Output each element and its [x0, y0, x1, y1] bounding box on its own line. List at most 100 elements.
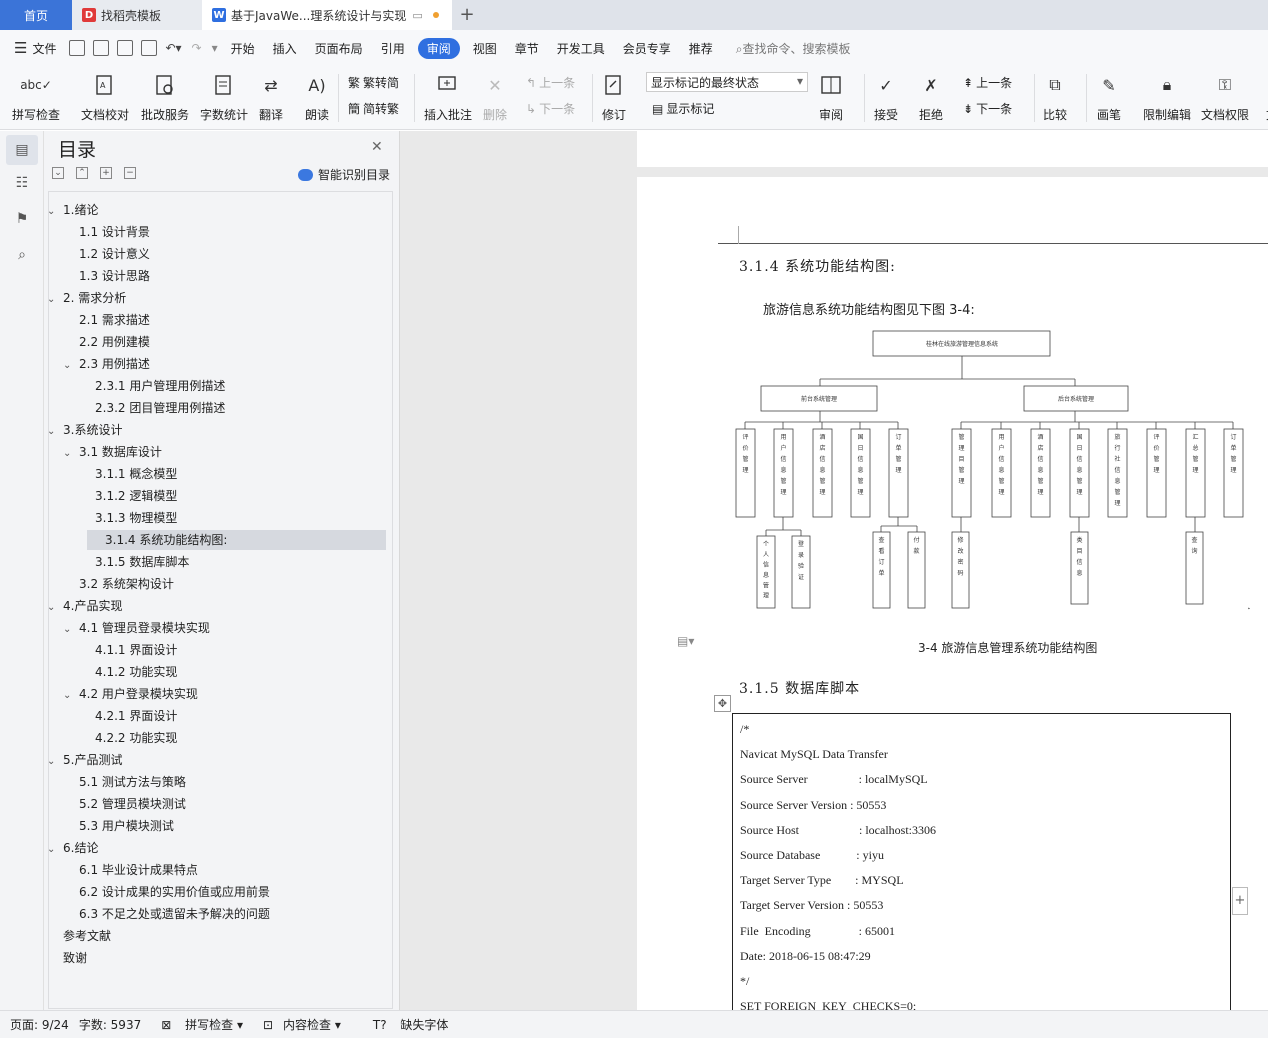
chevron-down-icon[interactable]: ⌄: [63, 356, 79, 376]
toc-item[interactable]: 5.3 用户模块测试: [79, 816, 174, 836]
spell-check-button[interactable]: abc✓ 拼写检查: [12, 72, 60, 123]
compare-button[interactable]: ⧉ 比较: [1042, 72, 1068, 123]
smart-toc-button[interactable]: 智能识别目录: [298, 166, 390, 183]
read-aloud-button[interactable]: A) 朗读: [304, 72, 330, 123]
simp-to-trad-button[interactable]: 簡简转繁: [348, 100, 399, 117]
menu-chapter[interactable]: 章节: [515, 40, 539, 57]
menu-dev-tools[interactable]: 开发工具: [557, 40, 605, 57]
restrict-edit-button[interactable]: 🔒︎ 限制编辑: [1143, 72, 1191, 123]
toc-item[interactable]: 5.2 管理员模块测试: [79, 794, 186, 814]
toc-item[interactable]: ⌄ 1.绪论: [47, 200, 98, 220]
review-service-button[interactable]: 批改服务: [141, 72, 189, 123]
word-count-indicator[interactable]: 字数: 5937: [79, 1016, 141, 1033]
status-spell-check[interactable]: ⊠ 拼写检查 ▾: [151, 1016, 243, 1033]
menu-start[interactable]: 开始: [231, 40, 255, 57]
page-indicator[interactable]: 页面: 9/24: [10, 1016, 69, 1033]
reject-button[interactable]: ✗ 拒绝: [918, 72, 944, 123]
chevron-down-icon[interactable]: ⌄: [47, 752, 63, 772]
prev-revision-button[interactable]: ⇞ 上一条: [963, 74, 1012, 91]
hamburger-icon[interactable]: ☰: [14, 39, 27, 57]
show-markup-button[interactable]: ▤ 显示标记: [652, 100, 714, 117]
trad-to-simp-button[interactable]: 繁繁转简: [348, 74, 399, 91]
toc-item[interactable]: 1.1 设计背景: [79, 222, 150, 242]
doc-proof-button[interactable]: A 文档校对: [81, 72, 129, 123]
toc-item[interactable]: 4.1.2 功能实现: [95, 662, 177, 682]
toc-item[interactable]: ⌄ 2. 需求分析: [47, 288, 126, 308]
tab-document[interactable]: W 基于JavaWe...理系统设计与实现 ▭: [202, 0, 452, 30]
chapter-nav-icon[interactable]: ☷: [12, 175, 32, 195]
toc-item[interactable]: 3.2 系统架构设计: [79, 574, 174, 594]
add-column-button[interactable]: +: [1232, 887, 1248, 915]
toc-item[interactable]: ⌄ 4.产品实现: [47, 596, 122, 616]
toc-item[interactable]: ⌄ 6.结论: [47, 838, 98, 858]
bookmark-icon[interactable]: ⚑: [12, 211, 32, 231]
menu-review[interactable]: 审阅: [417, 37, 460, 59]
missing-font-status[interactable]: T? 缺失字体: [363, 1016, 449, 1033]
toc-item[interactable]: 3.1.1 概念模型: [95, 464, 177, 484]
tab-template[interactable]: D 找稻壳模板: [72, 0, 202, 30]
collapse-all-icon[interactable]: ⌄: [52, 167, 64, 179]
new-tab-button[interactable]: +: [452, 0, 482, 30]
toc-item[interactable]: 4.2.1 界面设计: [95, 706, 177, 726]
toc-nav-icon[interactable]: ▤: [6, 135, 38, 165]
more-ribbon-button[interactable]: 文: [1259, 72, 1268, 123]
undo-icon[interactable]: ↶▾: [165, 41, 181, 55]
add-level-icon[interactable]: +: [100, 167, 112, 179]
toc-item[interactable]: 6.3 不足之处或遗留未予解决的问题: [79, 904, 270, 924]
pen-button[interactable]: ✎ 画笔: [1096, 72, 1122, 123]
toc-item[interactable]: 参考文献: [63, 926, 111, 946]
toc-item[interactable]: ⌄ 2.3 用例描述: [63, 354, 150, 374]
toc-item[interactable]: ⌄ 3.系统设计: [47, 420, 122, 440]
toc-item[interactable]: 5.1 测试方法与策略: [79, 772, 186, 792]
toc-item[interactable]: 6.1 毕业设计成果特点: [79, 860, 198, 880]
accept-button[interactable]: ✓ 接受: [873, 72, 899, 123]
toc-item[interactable]: 1.3 设计思路: [79, 266, 150, 286]
menu-layout[interactable]: 页面布局: [315, 40, 363, 57]
expand-up-icon[interactable]: ⌃: [76, 167, 88, 179]
delete-comment-button[interactable]: ✕ 删除: [482, 72, 508, 123]
insert-comment-button[interactable]: 插入批注: [424, 72, 472, 123]
quick-access-dropdown-icon[interactable]: ▾: [212, 41, 218, 55]
remove-level-icon[interactable]: −: [124, 167, 136, 179]
export-pdf-icon[interactable]: [93, 40, 110, 56]
toc-item[interactable]: ⌄ 5.产品测试: [47, 750, 122, 770]
chevron-down-icon[interactable]: ⌄: [47, 290, 63, 310]
chevron-down-icon[interactable]: ⌄: [47, 202, 63, 222]
tab-home[interactable]: 首页: [0, 0, 72, 30]
toc-item[interactable]: 致谢: [63, 948, 87, 968]
doc-permission-button[interactable]: ⚿ 文档权限: [1201, 72, 1249, 123]
markup-mode-select[interactable]: 显示标记的最终状态 ▾: [646, 72, 808, 92]
translate-button[interactable]: ⇄ 翻译: [258, 72, 284, 123]
toc-item[interactable]: ⌄ 3.1 数据库设计: [63, 442, 162, 462]
next-revision-button[interactable]: ⇟ 下一条: [963, 100, 1012, 117]
save-icon[interactable]: [69, 40, 86, 56]
table-move-handle[interactable]: ✥: [714, 695, 731, 712]
toc-item[interactable]: 2.2 用例建模: [79, 332, 150, 352]
review-pane-button[interactable]: 审阅: [818, 72, 844, 123]
chevron-down-icon[interactable]: ⌄: [63, 620, 79, 640]
comment-margin-icon[interactable]: ▤▾: [677, 634, 694, 648]
chevron-down-icon[interactable]: ⌄: [47, 598, 63, 618]
close-icon[interactable]: ✕: [371, 139, 383, 155]
prev-comment-button[interactable]: ↰ 上一条: [526, 74, 575, 91]
toc-item[interactable]: 4.2.2 功能实现: [95, 728, 177, 748]
toc-item[interactable]: 2.3.1 用户管理用例描述: [95, 376, 225, 396]
menu-insert[interactable]: 插入: [273, 40, 297, 57]
toc-item[interactable]: 3.1.2 逻辑模型: [95, 486, 177, 506]
chevron-down-icon[interactable]: ⌄: [47, 840, 63, 860]
print-preview-icon[interactable]: [141, 40, 158, 56]
chevron-down-icon[interactable]: ⌄: [47, 422, 63, 442]
chevron-down-icon[interactable]: ⌄: [63, 444, 79, 464]
print-icon[interactable]: [117, 40, 134, 56]
revise-button[interactable]: 修订: [601, 72, 627, 123]
next-comment-button[interactable]: ↳ 下一条: [526, 100, 575, 117]
toc-item[interactable]: 3.1.3 物理模型: [95, 508, 177, 528]
file-menu[interactable]: 文件: [32, 40, 56, 57]
toc-item[interactable]: 1.2 设计意义: [79, 244, 150, 264]
toc-item[interactable]: 3.1.4 系统功能结构图:: [87, 530, 386, 550]
toc-item[interactable]: 6.2 设计成果的实用价值或应用前景: [79, 882, 270, 902]
chevron-down-icon[interactable]: ⌄: [63, 686, 79, 706]
menu-view[interactable]: 视图: [473, 40, 497, 57]
toc-item[interactable]: 2.3.2 团目管理用例描述: [95, 398, 225, 418]
toc-item[interactable]: ⌄ 4.2 用户登录模块实现: [63, 684, 198, 704]
